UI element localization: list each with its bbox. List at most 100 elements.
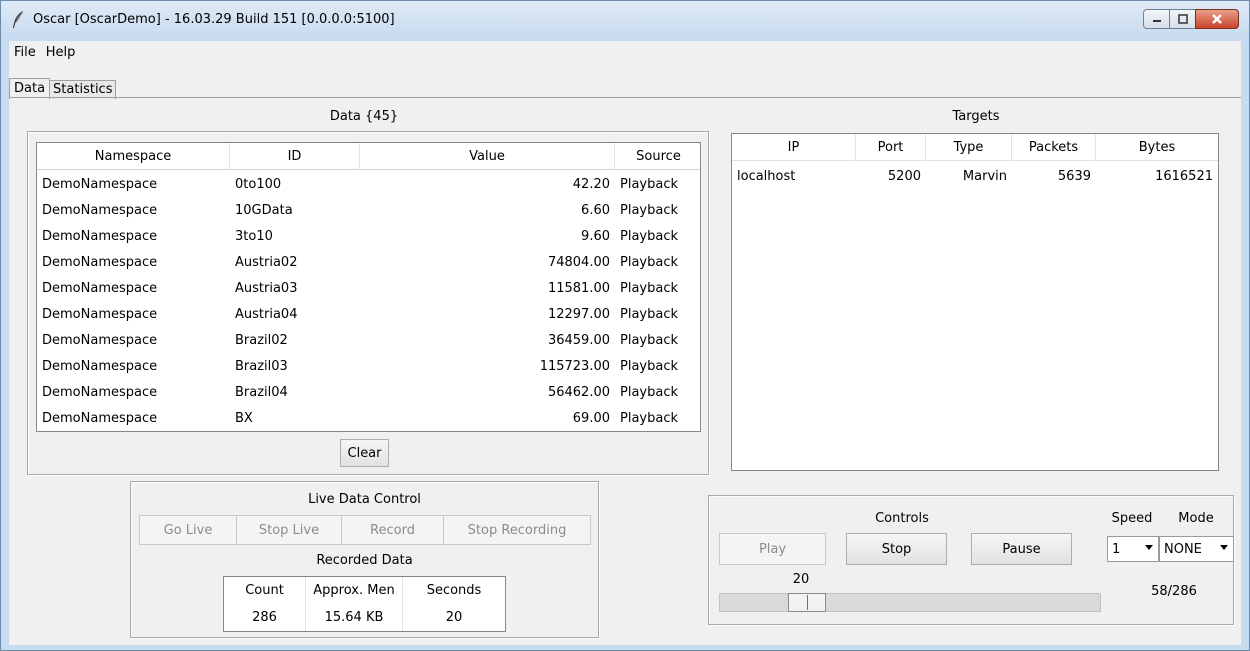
col-ip[interactable]: IP [732, 134, 856, 161]
close-button[interactable] [1195, 9, 1239, 29]
cell-namespace: DemoNamespace [42, 280, 158, 296]
playback-slider[interactable] [719, 593, 1101, 612]
cell-id: 0to100 [235, 176, 282, 192]
table-row[interactable]: DemoNamespace 0to100 42.20 Playback [37, 171, 700, 197]
maximize-button[interactable] [1169, 9, 1196, 29]
cell-value: 115723.00 [539, 358, 610, 374]
clear-button[interactable]: Clear [340, 439, 389, 467]
col-value[interactable]: Value [360, 143, 615, 170]
col-id[interactable]: ID [230, 143, 360, 170]
speed-select[interactable]: 1 [1107, 536, 1159, 562]
col-packets[interactable]: Packets [1012, 134, 1096, 161]
cell-namespace: DemoNamespace [42, 332, 158, 348]
tab-panel-data: Data {45} Namespace ID Value Source Demo… [9, 97, 1241, 645]
recorded-header-row: Count Approx. Men Seconds [224, 577, 505, 604]
data-rows: DemoNamespace 0to100 42.20 Playback DemoName… [37, 171, 700, 431]
table-row[interactable]: DemoNamespace Austria02 74804.00 Playback [37, 249, 700, 275]
cell-type: Marvin [962, 168, 1007, 184]
cell-packets: 5639 [1057, 168, 1091, 184]
cell-value: 36459.00 [547, 332, 610, 348]
table-row[interactable]: DemoNamespace Brazil02 36459.00 Playback [37, 327, 700, 353]
table-row[interactable]: DemoNamespace Austria03 11581.00 Playback [37, 275, 700, 301]
cell-namespace: DemoNamespace [42, 410, 158, 426]
cell-source: Playback [620, 280, 679, 296]
cell-value: 11581.00 [547, 280, 610, 296]
cell-namespace: DemoNamespace [42, 254, 158, 270]
maximize-icon [1177, 14, 1188, 24]
cell-id: 10GData [235, 202, 293, 218]
cell-value: 56462.00 [547, 384, 610, 400]
col-port[interactable]: Port [856, 134, 926, 161]
mode-select[interactable]: NONE [1159, 536, 1234, 562]
cell-source: Playback [620, 384, 679, 400]
col-type[interactable]: Type [926, 134, 1012, 161]
cell-namespace: DemoNamespace [42, 358, 158, 374]
recorded-memory-value: 15.64 KB [306, 604, 403, 631]
table-row[interactable]: DemoNamespace Austria04 12297.00 Playback [37, 301, 700, 327]
cell-value: 42.20 [572, 176, 610, 192]
chevron-down-icon [1145, 545, 1153, 550]
chevron-down-icon [1220, 545, 1228, 550]
window-buttons [1143, 9, 1239, 29]
menu-bar: File Help [9, 41, 1241, 63]
recorded-seconds-value: 20 [445, 610, 463, 625]
record-button[interactable]: Record [341, 515, 444, 545]
pause-button[interactable]: Pause [971, 533, 1072, 565]
menu-file[interactable]: File [9, 45, 41, 60]
data-list[interactable]: Namespace ID Value Source DemoNamespace 0… [36, 142, 701, 432]
cell-namespace: DemoNamespace [42, 384, 158, 400]
minimize-button[interactable] [1143, 9, 1170, 29]
cell-namespace: DemoNamespace [42, 306, 158, 322]
cell-id: 3to10 [235, 228, 273, 244]
cell-id: BX [235, 410, 253, 426]
cell-namespace: DemoNamespace [42, 202, 158, 218]
title-bar[interactable]: Oscar [OscarDemo] - 16.03.29 Build 151 [… [1, 1, 1249, 41]
col-namespace[interactable]: Namespace [37, 143, 230, 170]
tab-data[interactable]: Data [9, 78, 51, 99]
cell-value: 69.00 [572, 410, 610, 426]
col-source[interactable]: Source [615, 143, 700, 170]
minimize-icon [1152, 20, 1161, 22]
speed-label: Speed [1111, 511, 1153, 526]
close-icon [1212, 14, 1222, 24]
cell-id: Brazil03 [235, 358, 288, 374]
menu-help[interactable]: Help [41, 45, 81, 60]
mode-value: NONE [1164, 541, 1202, 557]
stop-button[interactable]: Stop [846, 533, 947, 565]
target-rows: localhost 5200 Marvin 5639 1616521 [732, 163, 1218, 189]
data-panel-title: Data {45} [329, 109, 399, 124]
live-control-title: Live Data Control [308, 492, 421, 507]
table-row[interactable]: DemoNamespace Brazil03 115723.00 Playback [37, 353, 700, 379]
slider-value-label: 20 [792, 572, 810, 587]
tab-strip: Data Statistics [9, 77, 117, 99]
cell-id: Austria03 [235, 280, 298, 296]
slider-thumb[interactable] [788, 593, 826, 612]
stop-live-button[interactable]: Stop Live [236, 515, 342, 545]
mode-label: Mode [1178, 511, 1214, 526]
cell-ip: localhost [737, 168, 796, 184]
cell-source: Playback [620, 358, 679, 374]
table-row[interactable]: DemoNamespace 3to10 9.60 Playback [37, 223, 700, 249]
cell-value: 12297.00 [547, 306, 610, 322]
cell-id: Austria04 [235, 306, 298, 322]
play-button[interactable]: Play [719, 533, 826, 565]
cell-namespace: DemoNamespace [42, 228, 158, 244]
table-row[interactable]: localhost 5200 Marvin 5639 1616521 [732, 163, 1218, 189]
col-bytes[interactable]: Bytes [1096, 134, 1218, 161]
app-window: Oscar [OscarDemo] - 16.03.29 Build 151 [… [0, 0, 1250, 651]
table-row[interactable]: DemoNamespace 10GData 6.60 Playback [37, 197, 700, 223]
cell-source: Playback [620, 254, 679, 270]
slider-grip [807, 595, 808, 610]
go-live-button[interactable]: Go Live [139, 515, 237, 545]
table-row[interactable]: DemoNamespace Brazil04 56462.00 Playback [37, 379, 700, 405]
recorded-col-memory: Approx. Men [306, 577, 403, 604]
cell-source: Playback [620, 306, 679, 322]
targets-list[interactable]: IP Port Type Packets Bytes localhost 5200… [731, 133, 1219, 471]
cell-source: Playback [620, 202, 679, 218]
progress-text: 58/286 [1151, 584, 1197, 599]
recorded-col-seconds: Seconds [426, 583, 482, 598]
table-row[interactable]: DemoNamespace BX 69.00 Playback [37, 405, 700, 431]
stop-recording-button[interactable]: Stop Recording [443, 515, 591, 545]
recorded-data-table: Count Approx. Men Seconds 286 15.64 KB 2… [223, 576, 506, 632]
cell-port: 5200 [887, 168, 921, 184]
